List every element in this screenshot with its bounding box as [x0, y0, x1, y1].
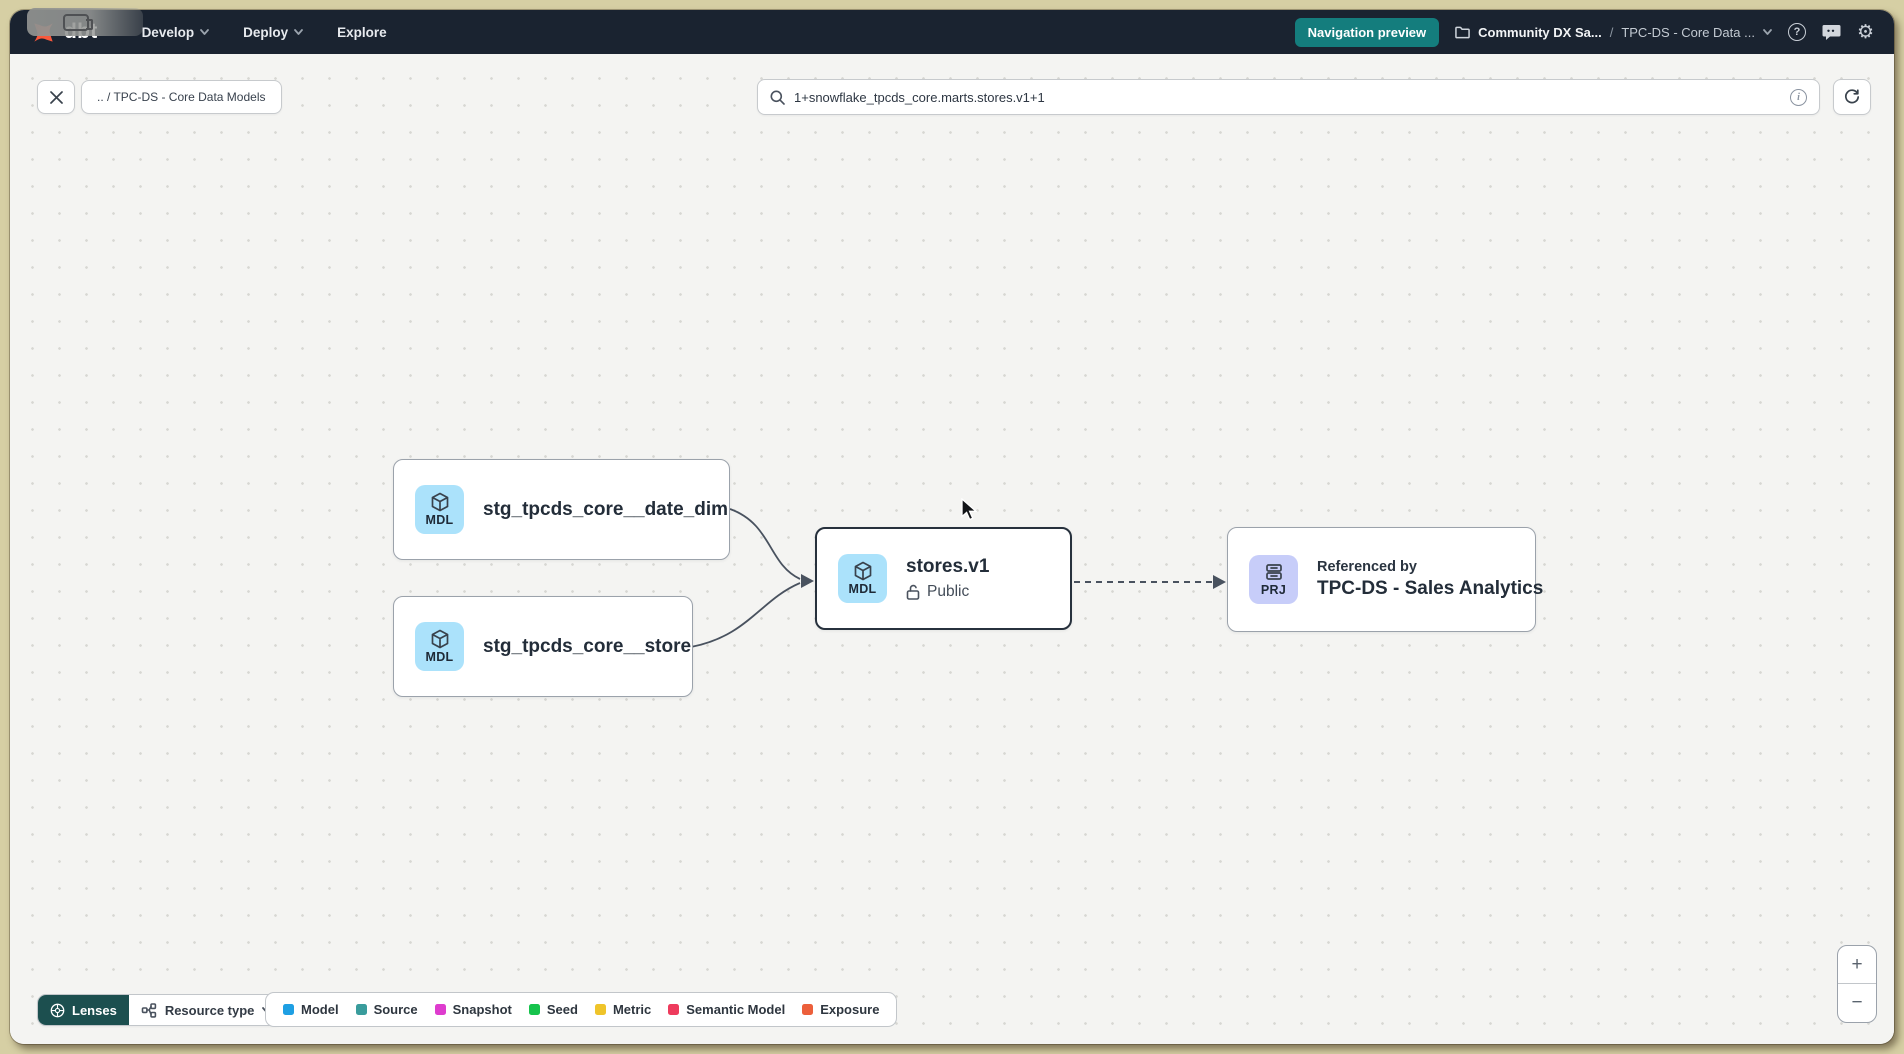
node-stores-v1[interactable]: MDL stores.v1 Public: [815, 527, 1072, 630]
refresh-button[interactable]: [1833, 79, 1871, 115]
close-lineage-button[interactable]: [37, 80, 75, 114]
cube-icon: [430, 629, 450, 649]
referenced-by-label: Referenced by: [1317, 559, 1543, 575]
unlocked-padlock-icon: [906, 584, 920, 600]
display-icon: [63, 14, 89, 31]
search-input[interactable]: [794, 90, 1781, 105]
menu-deploy[interactable]: Deploy: [243, 25, 303, 40]
lenses-button[interactable]: Lenses: [38, 995, 129, 1025]
navbar-right: Navigation preview Community DX Sa... / …: [1295, 18, 1874, 47]
resource-graph-icon: [141, 1003, 157, 1018]
lenses-control-group: Lenses Resource type: [37, 994, 284, 1026]
lineage-search-bar: i: [757, 79, 1820, 115]
legend-item-model: Model: [283, 1002, 339, 1017]
cube-icon: [853, 561, 873, 581]
zoom-out-button[interactable]: −: [1838, 984, 1876, 1022]
settings-button[interactable]: ⚙: [1857, 23, 1874, 42]
model-badge: MDL: [415, 485, 464, 534]
navigation-preview-button[interactable]: Navigation preview: [1295, 18, 1439, 47]
help-icon: ?: [1788, 23, 1806, 41]
model-badge: MDL: [415, 622, 464, 671]
legend-swatch: [356, 1004, 367, 1015]
node-referenced-by-sales-analytics[interactable]: PRJ Referenced by TPC-DS - Sales Analyti…: [1227, 527, 1536, 632]
resource-legend: Model Source Snapshot Seed Metric Semant…: [265, 992, 897, 1027]
node-title: stg_tpcds_core__store: [483, 636, 691, 658]
help-button[interactable]: ?: [1788, 23, 1806, 41]
legend-swatch: [802, 1004, 813, 1015]
mouse-cursor: [960, 498, 980, 522]
model-badge: MDL: [838, 554, 887, 603]
lineage-path-chip[interactable]: .. / TPC-DS - Core Data Models: [81, 80, 282, 114]
breadcrumb-project: TPC-DS - Core Data ...: [1621, 25, 1755, 40]
menu-explore[interactable]: Explore: [337, 25, 387, 40]
node-title: TPC-DS - Sales Analytics: [1317, 578, 1543, 600]
cube-icon: [430, 492, 450, 512]
feedback-button[interactable]: [1822, 24, 1841, 41]
legend-swatch: [595, 1004, 606, 1015]
search-icon: [770, 90, 785, 105]
legend-item-seed: Seed: [529, 1002, 578, 1017]
lineage-canvas[interactable]: .. / TPC-DS - Core Data Models i MDL: [10, 54, 1894, 1044]
legend-item-snapshot: Snapshot: [435, 1002, 512, 1017]
node-stg-tpcds-core-date-dim[interactable]: MDL stg_tpcds_core__date_dim: [393, 459, 730, 560]
top-navbar: dbt Develop Deploy Explore Navigation pr…: [10, 10, 1894, 54]
recording-overlay-artifact: [27, 8, 143, 36]
legend-swatch: [668, 1004, 679, 1015]
lens-aperture-icon: [50, 1003, 65, 1018]
legend-item-source: Source: [356, 1002, 418, 1017]
legend-item-metric: Metric: [595, 1002, 651, 1017]
project-stack-icon: [1264, 562, 1284, 582]
gear-icon: ⚙: [1857, 23, 1874, 42]
resource-type-dropdown[interactable]: Resource type: [129, 995, 284, 1025]
breadcrumb-account: Community DX Sa...: [1478, 25, 1602, 40]
refresh-icon: [1844, 89, 1860, 105]
node-stg-tpcds-core-store[interactable]: MDL stg_tpcds_core__store: [393, 596, 693, 697]
chevron-down-icon: [200, 29, 209, 35]
close-icon: [50, 91, 63, 104]
legend-swatch: [435, 1004, 446, 1015]
folder-icon: [1455, 26, 1470, 39]
legend-swatch: [529, 1004, 540, 1015]
node-title: stores.v1: [906, 556, 989, 578]
chevron-down-icon: [1763, 29, 1772, 35]
breadcrumb-separator: /: [1610, 25, 1614, 40]
access-label: Public: [927, 583, 969, 601]
chevron-down-icon: [294, 29, 303, 35]
info-icon[interactable]: i: [1790, 89, 1807, 106]
breadcrumb[interactable]: Community DX Sa... / TPC-DS - Core Data …: [1455, 25, 1772, 40]
project-badge: PRJ: [1249, 555, 1298, 604]
chat-bubble-icon: [1822, 24, 1841, 41]
zoom-controls: + −: [1837, 945, 1877, 1023]
app-window: dbt Develop Deploy Explore Navigation pr…: [10, 10, 1894, 1044]
node-title: stg_tpcds_core__date_dim: [483, 499, 728, 521]
main-menu: Develop Deploy Explore: [142, 25, 387, 40]
zoom-in-button[interactable]: +: [1838, 946, 1876, 984]
legend-item-semantic-model: Semantic Model: [668, 1002, 785, 1017]
legend-swatch: [283, 1004, 294, 1015]
legend-item-exposure: Exposure: [802, 1002, 879, 1017]
access-row: Public: [906, 583, 989, 601]
menu-develop[interactable]: Develop: [142, 25, 210, 40]
